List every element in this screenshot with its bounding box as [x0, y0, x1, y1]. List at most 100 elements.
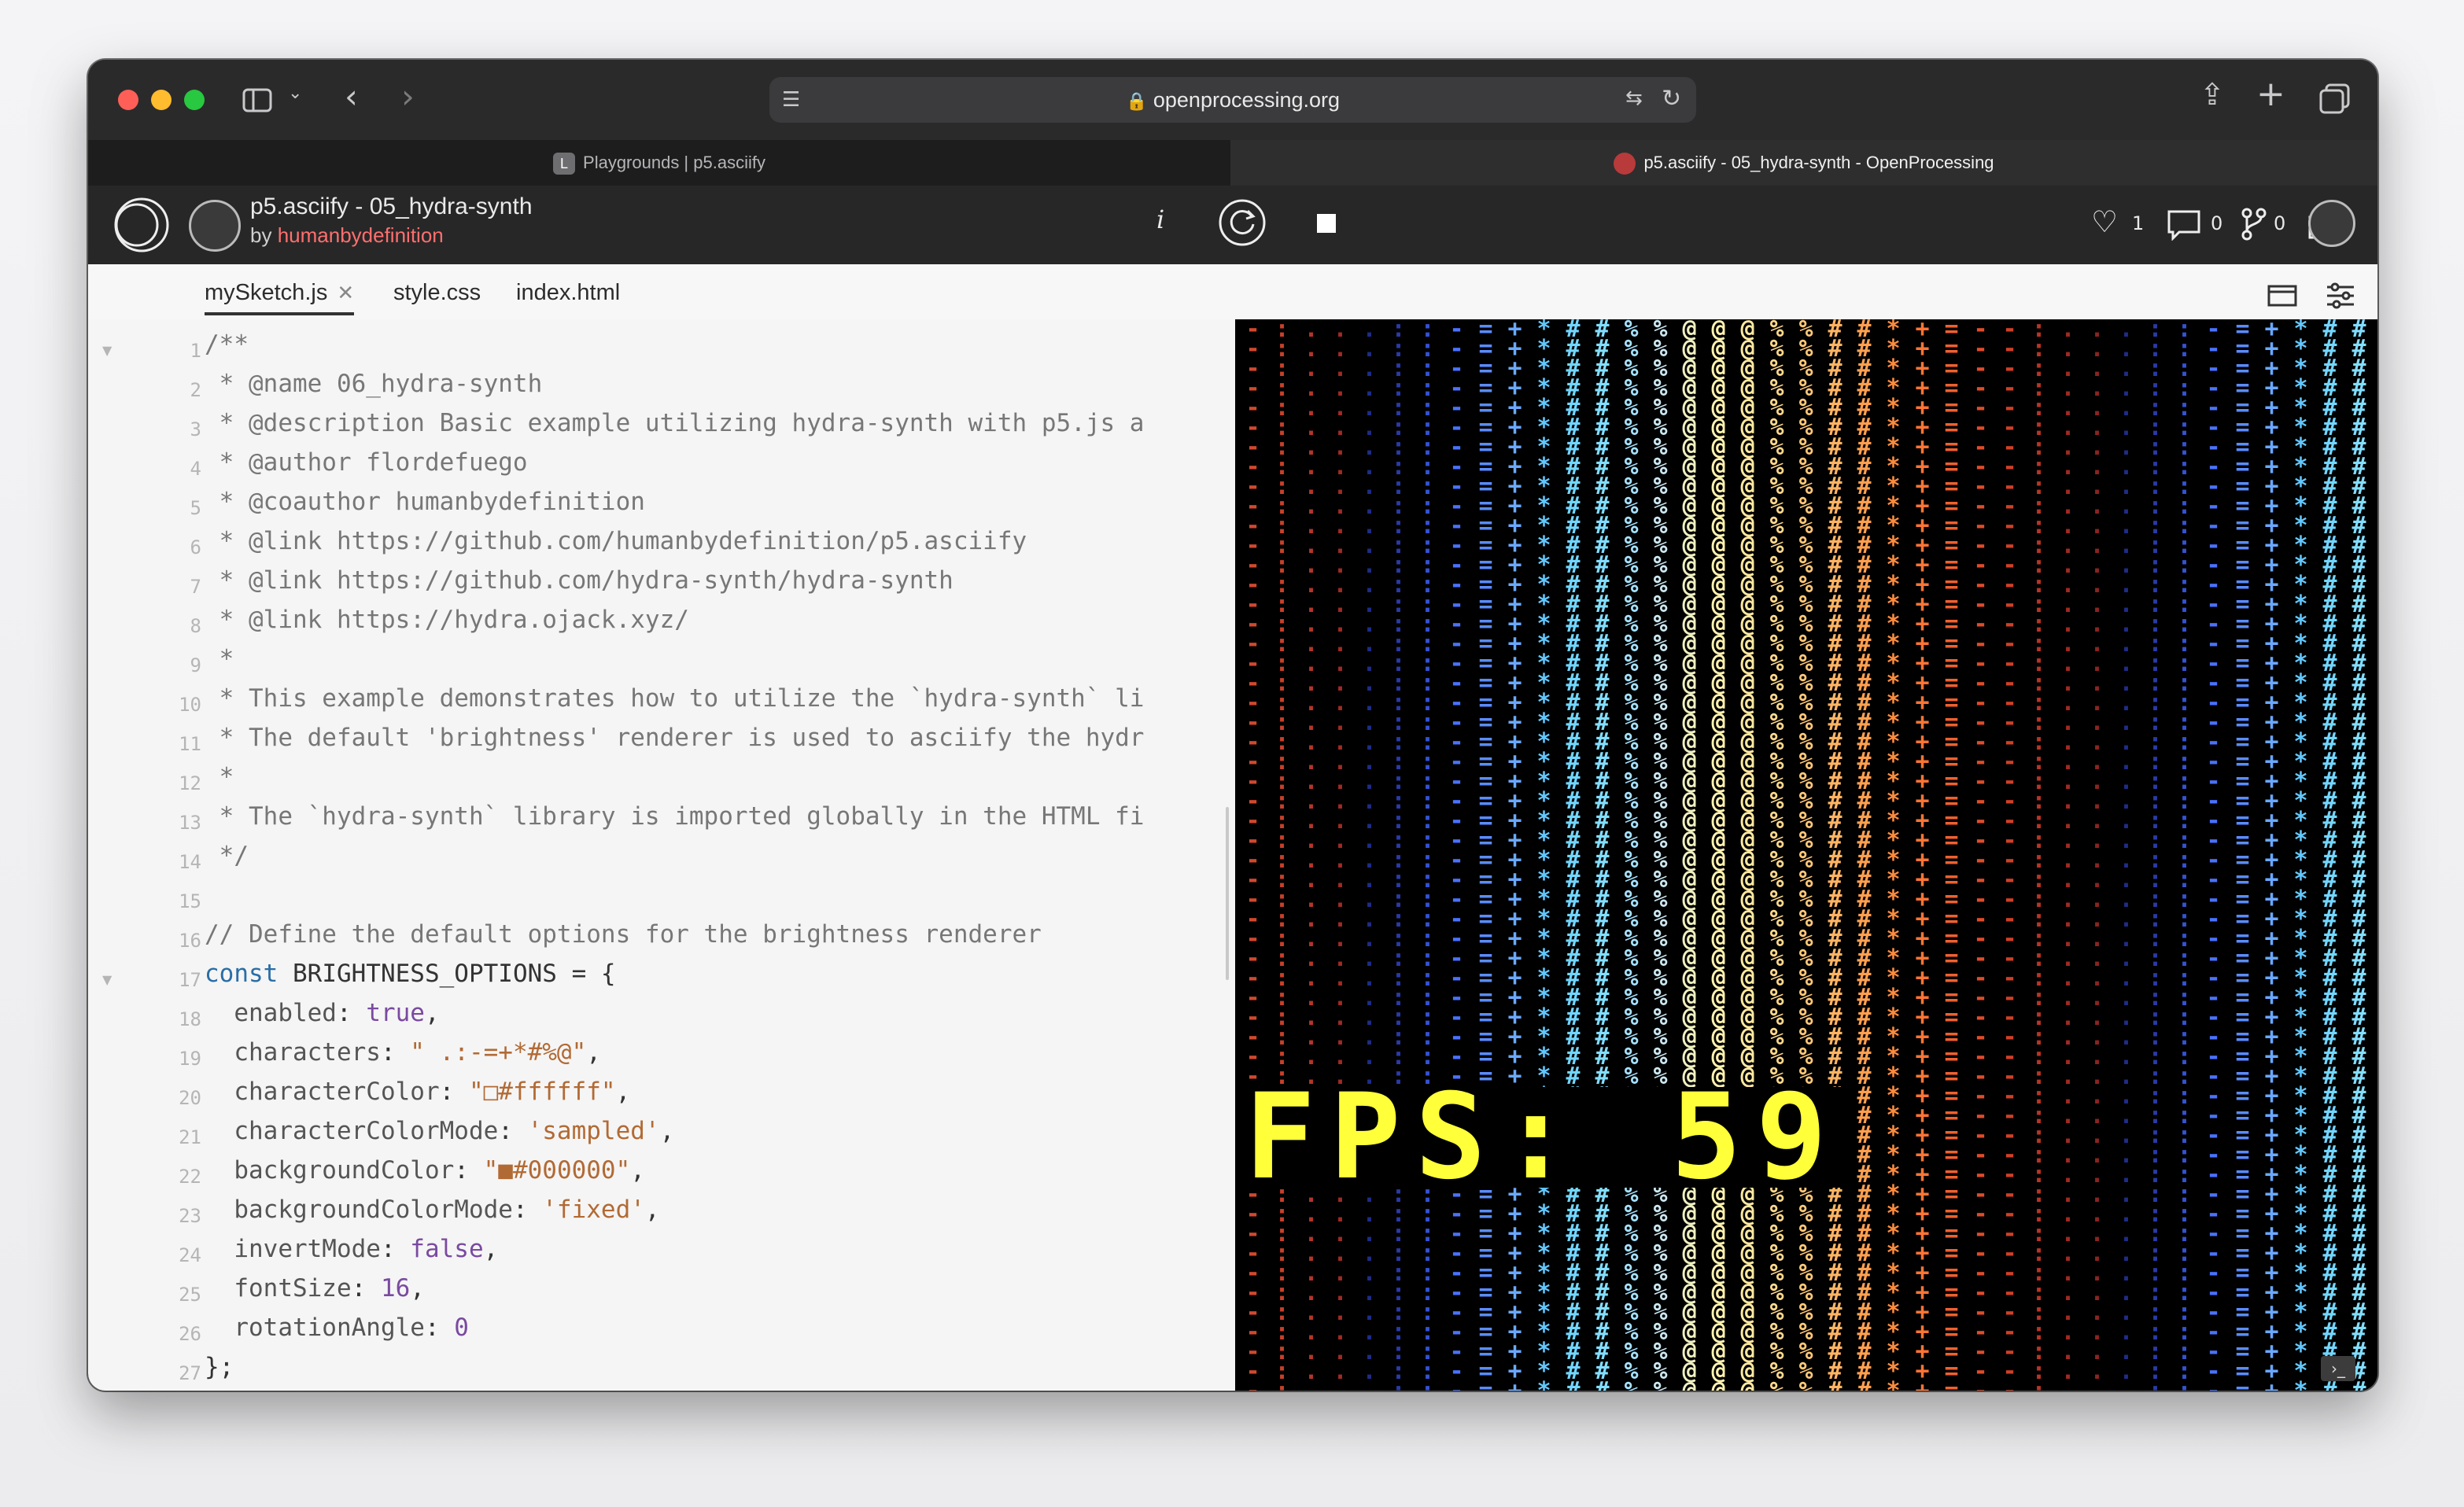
ascii-column: @ @ @ @ @ @ @ @ @ @ @ @ @ @ @ @ @ @ @ @ … [1711, 319, 1726, 1391]
file-tab-style[interactable]: style.css [393, 280, 481, 306]
code-comment: * @coauthor humanbydefinition [205, 488, 645, 516]
option-value: 0 [454, 1314, 469, 1342]
author-avatar[interactable] [189, 200, 241, 252]
ascii-column: : : : : : : : : : : : : : : : : : : : : … [2031, 319, 2046, 1391]
browser-tab-bar: L Playgrounds | p5.asciify p5.asciify - 0… [88, 140, 2377, 186]
ascii-column: % % % % % % % % % % % % % % % % % % % % … [1798, 319, 1813, 1391]
browser-tab-playgrounds[interactable]: L Playgrounds | p5.asciify [88, 140, 1230, 186]
code-comment: * [205, 645, 234, 673]
ascii-column: = = = = = = = = = = = = = = = = = = = = … [2235, 319, 2250, 1391]
code-line: characterColorMode: 'sampled', [234, 1117, 675, 1145]
ascii-column: = = = = = = = = = = = = = = = = = = = = … [1944, 319, 1959, 1391]
user-avatar[interactable] [2308, 200, 2355, 247]
info-button[interactable]: i [1156, 204, 1164, 234]
layout-toggle-icon[interactable] [2267, 285, 2299, 308]
ascii-column: + + + + + + + + + + + + + + + + + + + + … [1507, 319, 1522, 1391]
ascii-column: - - - - - - - - - - - - - - - - - - - - … [1449, 319, 1464, 1391]
code-editor[interactable]: ▼ ▼ 1 2 3 4 5 6 7 8 9 10 11 12 13 14 15 16 17 18 19 20 21 22 2… [88, 319, 1235, 1391]
ascii-column: + + + + + + + + + + + + + + + + + + + + … [2264, 319, 2279, 1391]
code-line: // Define the default options for the br… [205, 920, 1042, 949]
option-key: enabled [234, 999, 337, 1027]
fold-arrow-icon[interactable]: ▼ [102, 972, 112, 987]
settings-sliders-icon[interactable] [2326, 282, 2357, 310]
option-value: 'sampled' [527, 1117, 660, 1145]
ascii-column: @ @ @ @ @ @ @ @ @ @ @ @ @ @ @ @ @ @ @ @ … [1740, 319, 1755, 1391]
option-key: backgroundColor [234, 1156, 455, 1185]
ascii-column: % % % % % % % % % % % % % % % % % % % % … [1624, 319, 1639, 1391]
new-tab-icon[interactable]: + [2256, 74, 2285, 114]
code-line: const BRIGHTNESS_OPTIONS = { [205, 960, 616, 988]
stop-icon[interactable] [1317, 214, 1336, 233]
code-line: /** [205, 330, 249, 359]
option-key: characters [234, 1038, 381, 1067]
ascii-column: = = = = = = = = = = = = = = = = = = = = … [1478, 319, 1493, 1391]
option-key: characterColorMode [234, 1117, 499, 1145]
line-number: 24 [179, 1244, 201, 1266]
zoom-window-button[interactable] [184, 90, 205, 110]
browser-toolbar: ⌄ ‹ › ☰ 🔒 openprocessing.org ⇆ ↻ ⇪ + [88, 60, 2377, 140]
ascii-column: . . . . . . . . . . . . . . . . . . . . … [2119, 319, 2134, 1391]
url-text: 🔒 openprocessing.org [769, 88, 1696, 112]
ascii-column: . . . . . . . . . . . . . . . . . . . . … [2060, 319, 2075, 1391]
code-comment: * @name 06_hydra-synth [205, 370, 543, 398]
code-identifier: BRIGHTNESS_OPTIONS = { [278, 960, 616, 988]
sketch-canvas[interactable]: - - - - - - - - - - - - - - - - - - - - … [1235, 319, 2377, 1391]
restart-icon[interactable] [1218, 198, 1267, 247]
share-icon[interactable]: ⇪ [2200, 77, 2225, 112]
tab-overview-icon[interactable] [2319, 83, 2351, 115]
comment-icon[interactable] [2167, 209, 2201, 241]
line-number: 3 [190, 418, 201, 440]
translate-icon[interactable]: ⇆ [1625, 87, 1643, 110]
code-line: * @description Basic example utilizing h… [205, 409, 1145, 437]
file-tab-label: mySketch.js [205, 280, 328, 305]
code-comment: * @link https://github.com/hydra-synth/h… [205, 566, 954, 595]
code-line: * @link https://github.com/humanbydefini… [205, 527, 1027, 555]
line-number: 22 [179, 1166, 201, 1188]
console-toggle-icon[interactable]: ›_ [2321, 1356, 2355, 1381]
line-number: 16 [179, 930, 201, 952]
line-number: 18 [179, 1008, 201, 1030]
code-line: invertMode: false, [234, 1235, 499, 1263]
url-label: openprocessing.org [1153, 88, 1341, 112]
line-number: 5 [190, 497, 201, 519]
ascii-column: + + + + + + + + + + + + + + + + + + + + … [1915, 319, 1930, 1391]
line-number: 27 [179, 1362, 201, 1384]
line-number: 19 [179, 1048, 201, 1070]
code-line: backgroundColorMode: 'fixed', [234, 1196, 660, 1224]
tab-label: Playgrounds | p5.asciify [583, 153, 765, 172]
ascii-column: . . . . . . . . . . . . . . . . . . . . … [2090, 319, 2104, 1391]
tab-label: p5.asciify - 05_hydra-synth - OpenProces… [1643, 153, 1994, 172]
browser-tab-openprocessing[interactable]: p5.asciify - 05_hydra-synth - OpenProces… [1230, 140, 2377, 186]
option-key: backgroundColorMode [234, 1196, 513, 1224]
line-number: 21 [179, 1126, 201, 1148]
fold-arrow-icon[interactable]: ▼ [102, 343, 112, 358]
forward-icon[interactable]: › [401, 77, 415, 116]
ascii-column: * * * * * * * * * * * * * * * * * * * * … [1536, 319, 1551, 1391]
line-number: 11 [179, 733, 201, 755]
code-comment: * @description Basic example utilizing h… [205, 409, 1145, 437]
back-icon[interactable]: ‹ [345, 77, 358, 116]
file-tab-index[interactable]: index.html [516, 280, 620, 306]
line-number: 12 [179, 772, 201, 794]
author-link[interactable]: humanbydefinition [278, 223, 444, 247]
line-number: 4 [190, 458, 201, 480]
close-icon[interactable]: ✕ [337, 282, 354, 305]
like-heart-icon[interactable]: ♡ [2091, 204, 2118, 239]
line-number: 23 [179, 1205, 201, 1227]
openprocessing-logo-icon[interactable] [112, 197, 172, 253]
code-line: enabled: true, [234, 999, 440, 1027]
ascii-column: # # # # # # # # # # # # # # # # # # # # … [2351, 319, 2366, 1391]
reload-icon[interactable]: ↻ [1662, 85, 1681, 112]
line-number: 26 [179, 1323, 201, 1345]
editor-scrollbar[interactable] [1226, 807, 1229, 980]
sidebar-icon[interactable] [242, 88, 274, 113]
minimize-window-button[interactable] [151, 90, 172, 110]
ascii-column: % % % % % % % % % % % % % % % % % % % % … [1769, 319, 1784, 1391]
line-number: 8 [190, 615, 201, 637]
option-value: "□#ffffff" [468, 1078, 616, 1106]
file-tab-mysketch[interactable]: mySketch.js ✕ [205, 280, 355, 315]
address-bar[interactable]: ☰ 🔒 openprocessing.org ⇆ ↻ [769, 77, 1696, 123]
close-window-button[interactable] [118, 90, 138, 110]
chevron-down-icon[interactable]: ⌄ [288, 83, 302, 103]
fork-icon[interactable] [2241, 208, 2267, 241]
